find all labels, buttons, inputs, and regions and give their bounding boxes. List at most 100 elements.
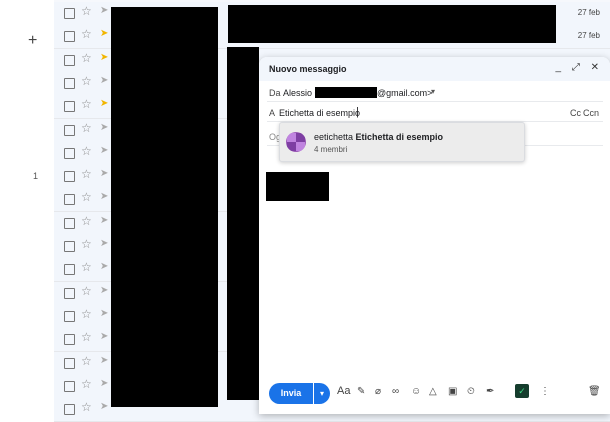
emoji-icon[interactable]: ☺ [411, 387, 421, 397]
row-checkbox[interactable] [64, 241, 75, 252]
row-checkbox[interactable] [64, 54, 75, 66]
lock-timer-icon[interactable]: ⏲ [467, 387, 475, 397]
nav-count: 1 [33, 171, 39, 181]
signature-icon[interactable]: ✒ [486, 387, 494, 397]
important-marker-icon[interactable]: ➤ [100, 145, 108, 156]
compose-plus-icon[interactable]: + [28, 33, 37, 49]
more-icon[interactable]: ⋮ [540, 387, 550, 397]
cc-link[interactable]: Cc [570, 108, 581, 118]
redaction-block [315, 87, 377, 98]
group-avatar-icon [286, 132, 306, 152]
star-icon[interactable]: ☆ [81, 28, 92, 40]
grammarly-icon[interactable]: ✓ [515, 384, 529, 398]
drive-icon[interactable]: △ [429, 387, 437, 397]
trash-icon[interactable]: 🗑 [588, 387, 601, 397]
row-checkbox[interactable] [64, 31, 75, 43]
important-marker-icon[interactable]: ➤ [100, 99, 108, 109]
ai-pen-icon[interactable]: ✎ [357, 387, 365, 397]
photo-icon[interactable]: ▣ [448, 387, 457, 397]
row-checkbox[interactable] [64, 357, 75, 369]
important-marker-icon[interactable]: ➤ [100, 122, 108, 133]
important-marker-icon[interactable]: ➤ [100, 52, 108, 63]
important-marker-icon[interactable]: ➤ [100, 239, 108, 249]
from-label: Da [269, 88, 281, 98]
important-marker-icon[interactable]: ➤ [100, 332, 108, 342]
expand-icon[interactable]: ⤢ [572, 62, 583, 73]
star-icon[interactable]: ☆ [81, 75, 92, 87]
row-checkbox[interactable] [64, 217, 75, 229]
from-domain[interactable]: @gmail.com> [377, 88, 432, 98]
important-marker-icon[interactable]: ➤ [100, 6, 108, 16]
star-icon[interactable]: ☆ [81, 401, 92, 413]
star-icon[interactable]: ☆ [81, 378, 92, 390]
row-checkbox[interactable] [64, 404, 75, 416]
important-marker-icon[interactable]: ➤ [100, 169, 108, 179]
left-rail: + 1 [0, 0, 54, 414]
from-dropdown-icon[interactable]: ▾ [431, 87, 435, 96]
row-checkbox[interactable] [64, 124, 75, 136]
important-marker-icon[interactable]: ➤ [100, 285, 108, 296]
star-icon[interactable]: ☆ [81, 355, 92, 367]
important-marker-icon[interactable]: ➤ [100, 308, 108, 319]
attach-icon[interactable]: ⌀ [375, 387, 381, 397]
star-icon[interactable]: ☆ [81, 5, 92, 17]
compose-controls: _ ⤢ ✕ [553, 62, 602, 73]
compose-header: Nuovo messaggio _ ⤢ ✕ [259, 57, 610, 81]
link-icon[interactable]: ∞ [392, 387, 399, 397]
compose-title: Nuovo messaggio [269, 64, 347, 74]
contact-suggestion[interactable]: eetichetta Etichetta di esempio 4 membri [279, 122, 525, 162]
important-marker-icon[interactable]: ➤ [100, 29, 108, 39]
important-marker-icon[interactable]: ➤ [100, 75, 108, 86]
star-icon[interactable]: ☆ [81, 168, 92, 180]
to-label: A [269, 108, 276, 118]
redaction-block [227, 47, 259, 400]
row-date: 27 feb [577, 8, 600, 17]
row-checkbox[interactable] [64, 194, 75, 206]
star-icon[interactable]: ☆ [81, 215, 92, 227]
row-checkbox[interactable] [64, 77, 75, 89]
important-marker-icon[interactable]: ➤ [100, 262, 108, 272]
suggestion-members: 4 membri [314, 145, 348, 154]
important-marker-icon[interactable]: ➤ [100, 215, 108, 226]
to-input[interactable]: Etichetta di esempio [279, 108, 360, 118]
star-icon[interactable]: ☆ [81, 331, 92, 343]
send-button[interactable]: Invia [269, 383, 313, 404]
important-marker-icon[interactable]: ➤ [100, 402, 108, 412]
important-marker-icon[interactable]: ➤ [100, 192, 108, 202]
formatting-button[interactable]: Aa [337, 386, 350, 397]
redaction-block [111, 7, 218, 407]
redaction-block [266, 172, 329, 201]
close-icon[interactable]: ✕ [591, 62, 602, 73]
bcc-link[interactable]: Ccn [583, 108, 599, 118]
redaction-block [228, 5, 556, 43]
star-icon[interactable]: ☆ [81, 52, 92, 64]
send-options-button[interactable]: ▾ [314, 383, 330, 404]
minimize-icon[interactable]: _ [555, 62, 564, 73]
row-checkbox[interactable] [64, 101, 75, 113]
row-checkbox[interactable] [64, 8, 75, 19]
important-marker-icon[interactable]: ➤ [100, 355, 108, 366]
star-icon[interactable]: ☆ [81, 191, 92, 203]
row-checkbox[interactable] [64, 264, 75, 276]
star-icon[interactable]: ☆ [81, 122, 92, 134]
star-icon[interactable]: ☆ [81, 261, 92, 273]
star-icon[interactable]: ☆ [81, 98, 92, 110]
row-checkbox[interactable] [64, 287, 75, 299]
compose-toolbar: Invia ▾ Aa ✎ ⌀ ∞ ☺ △ ▣ ⏲ ✒ ✓ ⋮ 🗑 [259, 374, 610, 414]
star-icon[interactable]: ☆ [81, 145, 92, 157]
row-checkbox[interactable] [64, 171, 75, 183]
star-icon[interactable]: ☆ [81, 285, 92, 297]
row-checkbox[interactable] [64, 380, 75, 392]
divider [267, 101, 603, 102]
row-checkbox[interactable] [64, 334, 75, 346]
important-marker-icon[interactable]: ➤ [100, 378, 108, 389]
row-date: 27 feb [577, 31, 600, 41]
text-cursor: | [356, 106, 359, 118]
row-checkbox[interactable] [64, 310, 75, 322]
star-icon[interactable]: ☆ [81, 238, 92, 250]
suggestion-prefix: eetichetta [314, 132, 356, 142]
suggestion-label: eetichetta Etichetta di esempio [314, 132, 443, 142]
row-checkbox[interactable] [64, 147, 75, 159]
star-icon[interactable]: ☆ [81, 308, 92, 320]
compose-window: Nuovo messaggio _ ⤢ ✕ Da Alessio < @gmai… [259, 57, 610, 414]
